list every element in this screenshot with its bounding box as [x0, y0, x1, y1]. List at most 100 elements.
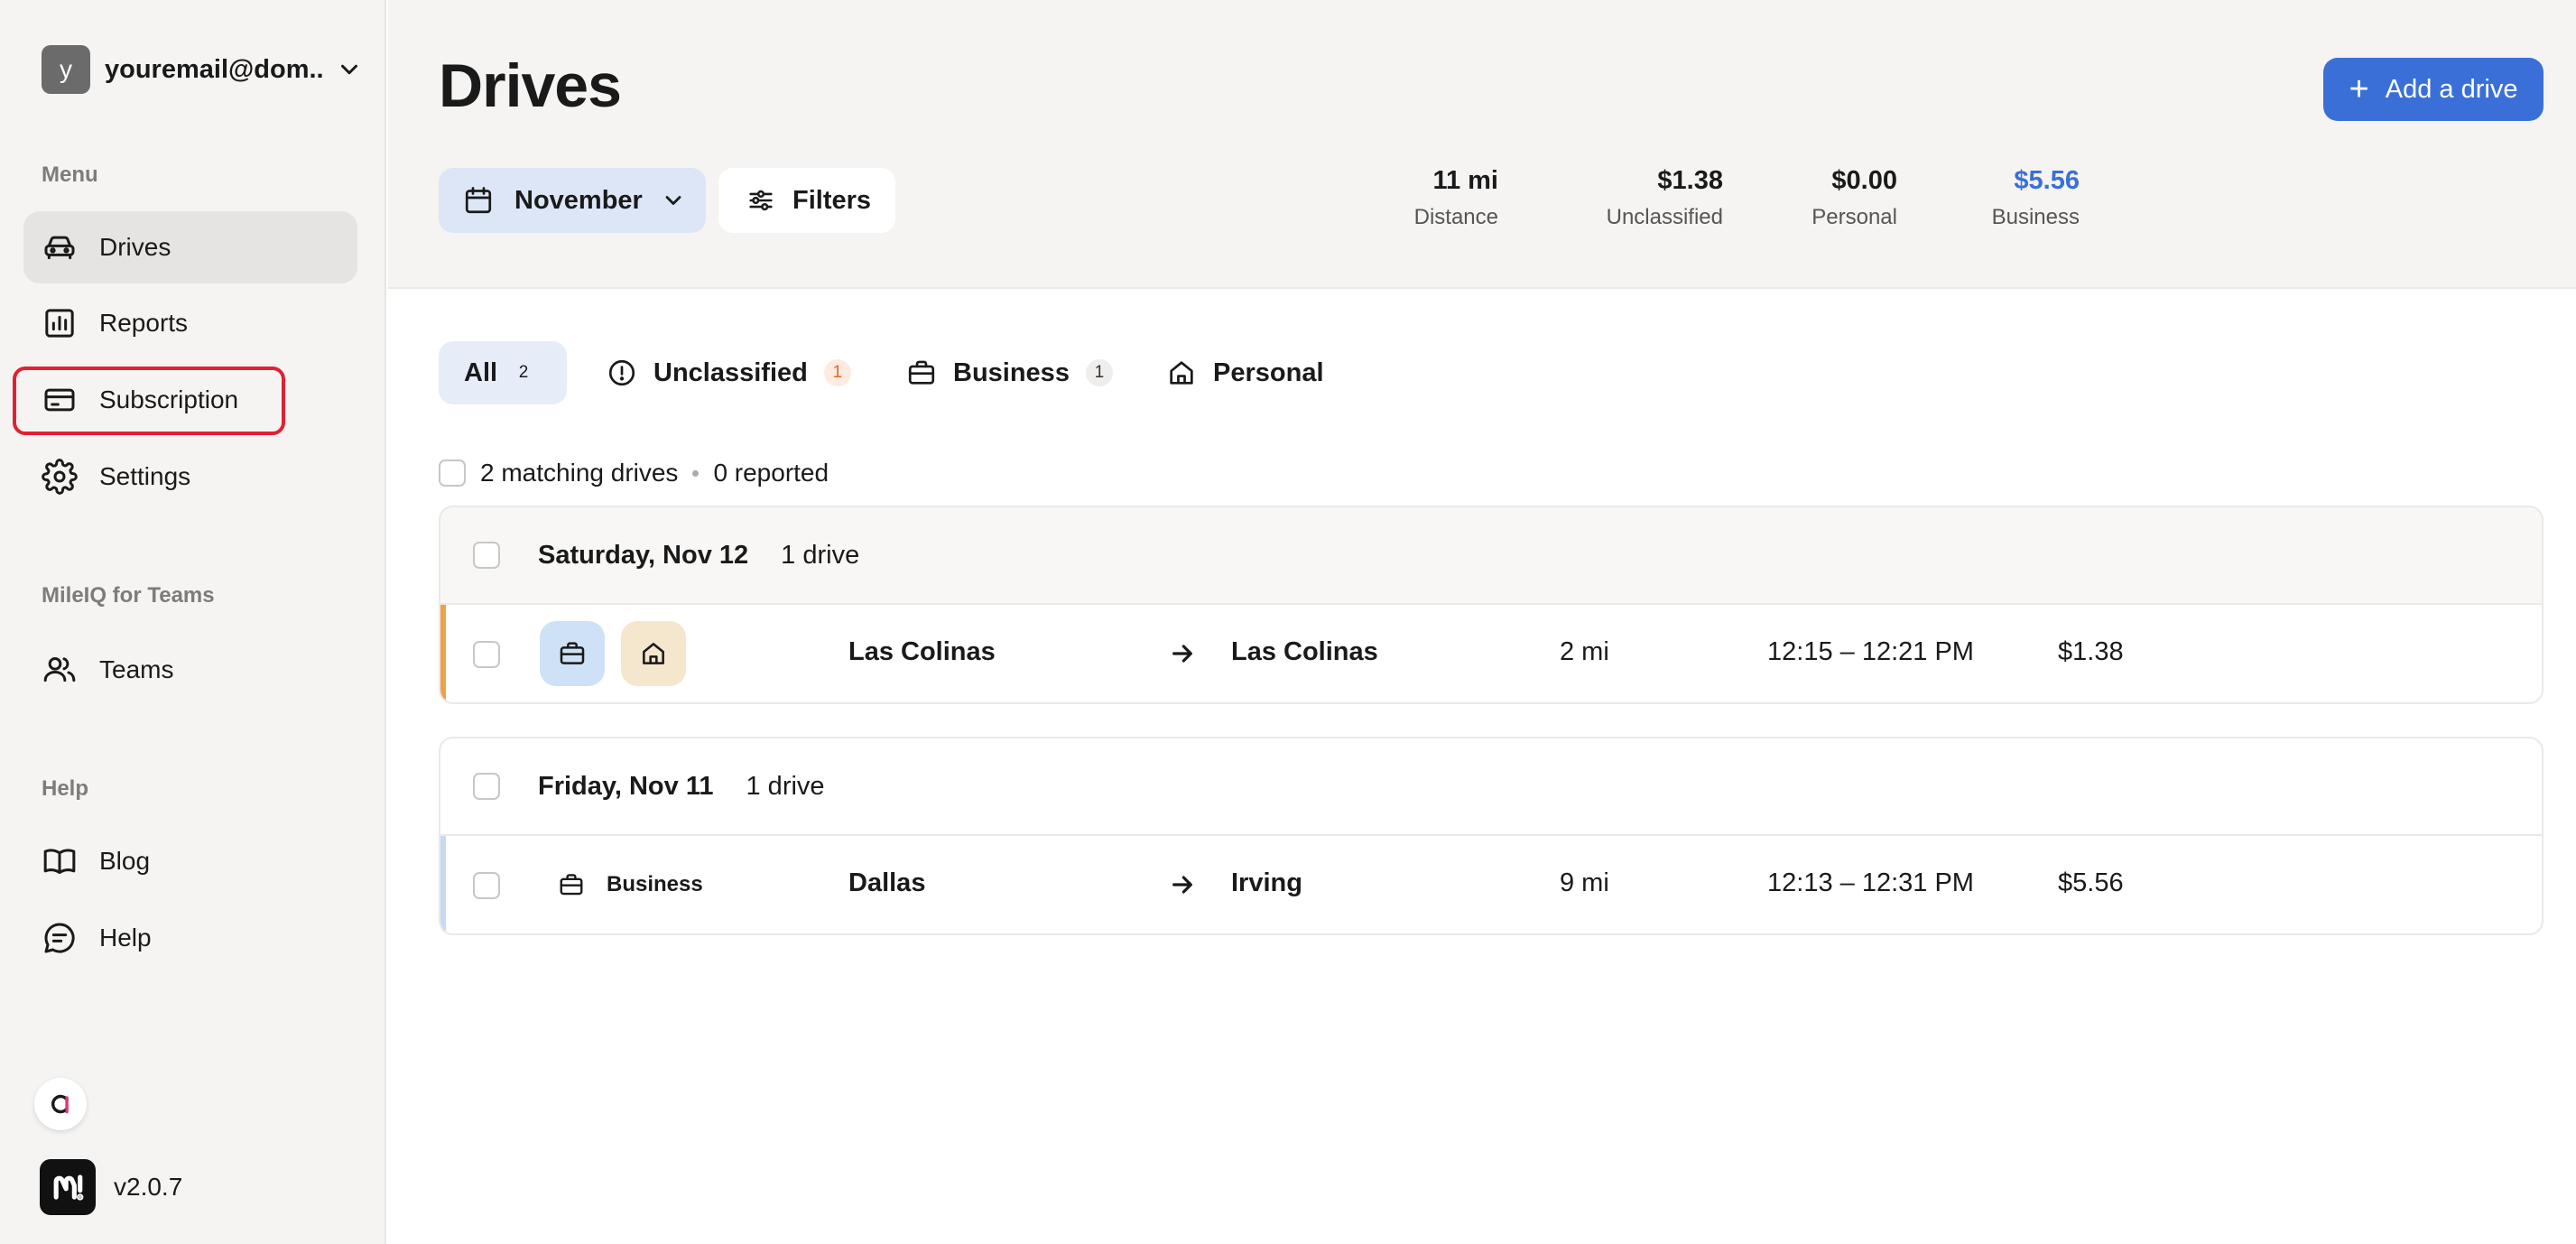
sidebar-item-label: Settings — [99, 462, 191, 490]
sidebar-item-subscription[interactable]: Subscription — [23, 364, 357, 436]
drive-from: Las Colinas — [848, 637, 996, 666]
group-header: Saturday, Nov 12 1 drive — [440, 507, 2542, 605]
avatar: y — [42, 45, 90, 94]
home-icon — [1170, 361, 1193, 385]
sidebar-item-settings[interactable]: Settings — [23, 441, 357, 513]
help-section-label: Help — [42, 776, 89, 801]
sidebar-item-label: Blog — [99, 847, 151, 875]
alert-circle-icon — [608, 359, 635, 386]
bar-chart-icon — [45, 309, 74, 338]
tab-label: All — [464, 357, 498, 387]
month-label: November — [514, 185, 643, 215]
group-header: Friday, Nov 11 1 drive — [440, 738, 2542, 836]
business-stripe — [440, 836, 446, 933]
tab-all[interactable]: All 2 — [439, 341, 567, 404]
drive-classification: Business — [607, 872, 703, 896]
stat-label: Unclassified — [1606, 205, 1723, 229]
table-row[interactable]: Business Dallas Irving 9 mi 12:13 – 12:3… — [440, 836, 2542, 933]
credit-card-icon — [44, 388, 75, 412]
stat-distance: 11 mi Distance — [1414, 166, 1498, 230]
sidebar-item-help[interactable]: Help — [23, 902, 357, 974]
drive-value: $5.56 — [2058, 868, 2124, 897]
sliders-icon — [749, 190, 773, 211]
sidebar-item-label: Subscription — [99, 385, 239, 413]
drive-to: Las Colinas — [1231, 637, 1378, 666]
group-checkbox[interactable] — [473, 542, 500, 569]
drive-checkbox[interactable] — [473, 641, 500, 668]
group-checkbox[interactable] — [473, 773, 500, 800]
account-email: youremail@dom... — [105, 54, 323, 84]
sidebar-item-label: Help — [99, 924, 152, 952]
car-icon — [44, 236, 75, 260]
tab-label: Business — [953, 357, 1070, 387]
arrow-right-icon — [1172, 876, 1192, 894]
group-date: Friday, Nov 11 — [538, 771, 714, 801]
classify-business-button[interactable] — [540, 621, 605, 686]
assistant-button[interactable] — [34, 1078, 87, 1130]
users-icon — [43, 657, 76, 682]
drive-to: Irving — [1231, 868, 1302, 897]
stat-label: Business — [1991, 205, 2080, 229]
tab-unclassified[interactable]: Unclassified 1 — [607, 341, 851, 404]
stat-value: $5.56 — [2014, 166, 2080, 195]
drive-value: $1.38 — [2058, 637, 2124, 666]
sidebar-item-label: Teams — [99, 655, 174, 683]
stat-value: 11 mi — [1432, 166, 1498, 195]
sidebar-item-drives[interactable]: Drives — [23, 211, 357, 283]
page-header: Drives + Add a drive November Filters 11… — [388, 0, 2576, 289]
group-count: 1 drive — [781, 540, 860, 570]
stat-unclassified: $1.38 Unclassified — [1607, 166, 1723, 230]
arrow-right-icon — [1172, 645, 1192, 663]
teams-section-label: MileIQ for Teams — [42, 583, 215, 608]
add-drive-button[interactable]: + Add a drive — [2323, 58, 2544, 121]
month-selector[interactable]: November — [439, 168, 706, 233]
unclassified-stripe — [440, 605, 446, 702]
drive-checkbox[interactable] — [473, 872, 500, 899]
classify-personal-button[interactable] — [621, 621, 686, 686]
reported-count: 0 reported — [713, 459, 829, 487]
matching-summary: 2 matching drives 0 reported — [439, 459, 829, 487]
tab-count: 1 — [823, 359, 851, 386]
table-row[interactable]: Las Colinas Las Colinas 2 mi 12:15 – 12:… — [440, 605, 2542, 702]
sidebar-item-teams[interactable]: Teams — [23, 634, 357, 706]
separator-dot — [692, 469, 700, 477]
briefcase-icon — [908, 360, 935, 385]
drive-time: 12:13 – 12:31 PM — [1767, 868, 1974, 897]
chevron-down-icon — [665, 196, 681, 205]
stat-value: $1.38 — [1657, 166, 1723, 195]
sidebar-item-reports[interactable]: Reports — [23, 287, 357, 359]
tab-business[interactable]: Business 1 — [906, 341, 1113, 404]
plus-icon: + — [2349, 70, 2369, 108]
sidebar-item-blog[interactable]: Blog — [23, 825, 357, 897]
calendar-icon — [465, 187, 492, 214]
sidebar-item-label: Drives — [99, 233, 171, 261]
stat-business: $5.56 Business — [1992, 166, 2080, 230]
app-version: v2.0.7 — [114, 1173, 183, 1201]
tab-count: 1 — [1085, 359, 1113, 386]
briefcase-icon — [560, 874, 583, 896]
drive-time: 12:15 – 12:21 PM — [1767, 637, 1974, 666]
home-icon — [643, 643, 664, 664]
tab-count: 2 — [518, 363, 529, 382]
account-switcher[interactable]: y youremail@dom... — [42, 45, 363, 94]
menu-section-label: Menu — [42, 162, 98, 187]
page-title: Drives — [439, 51, 622, 120]
briefcase-icon — [560, 642, 585, 664]
drive-from: Dallas — [848, 868, 926, 897]
tab-label: Unclassified — [653, 357, 808, 387]
mileiq-logo-icon — [40, 1159, 96, 1215]
group-count: 1 drive — [746, 771, 825, 801]
filters-button[interactable]: Filters — [718, 168, 895, 233]
tab-personal[interactable]: Personal — [1166, 341, 1324, 404]
drive-distance: 2 mi — [1560, 637, 1609, 666]
select-all-checkbox[interactable] — [439, 460, 466, 487]
version-row: v2.0.7 — [40, 1159, 182, 1215]
drive-distance: 9 mi — [1560, 868, 1609, 897]
drive-group: Saturday, Nov 12 1 drive Las Colinas Las… — [439, 506, 2544, 704]
tab-label: Personal — [1213, 357, 1324, 387]
stat-label: Personal — [1812, 205, 1897, 229]
stat-label: Distance — [1413, 205, 1498, 229]
gear-icon — [42, 459, 78, 495]
chat-icon — [44, 923, 75, 953]
chevron-down-icon — [341, 64, 357, 75]
